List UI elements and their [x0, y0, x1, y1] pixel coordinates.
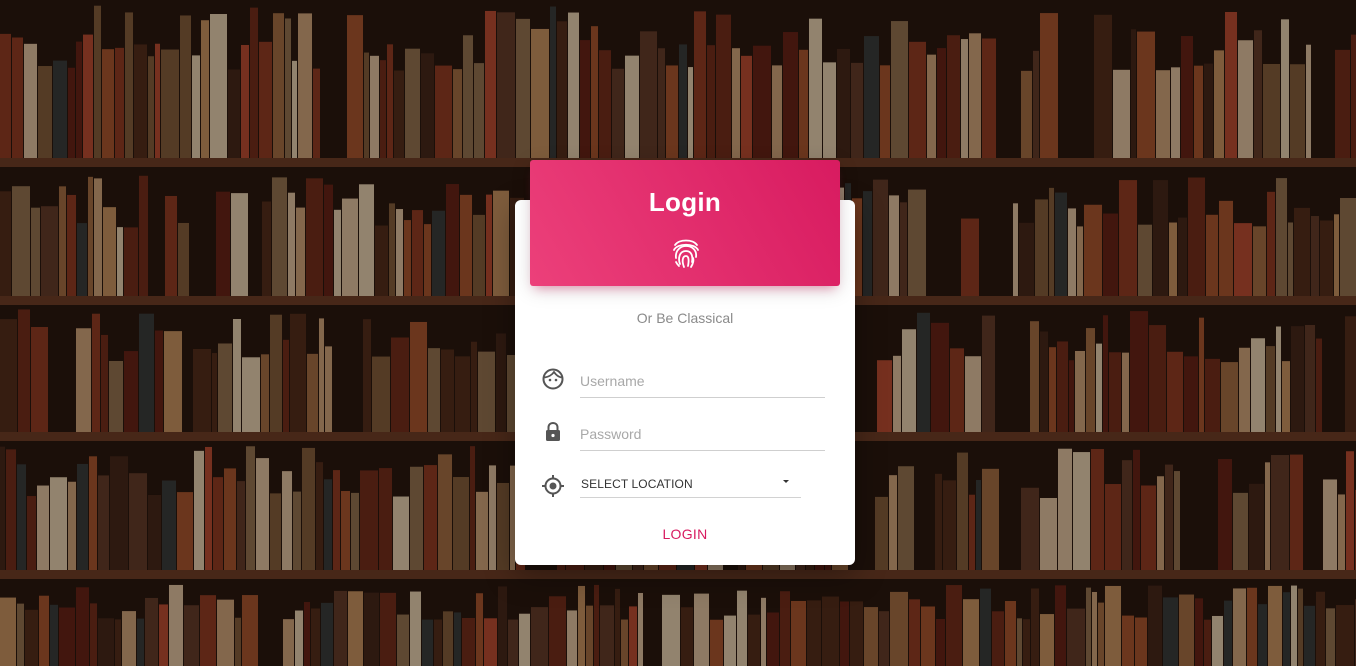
- username-input[interactable]: [580, 364, 825, 398]
- alternate-login-subtitle: Or Be Classical: [636, 310, 734, 326]
- login-card-header: Login: [530, 160, 840, 286]
- page-title: Login: [648, 187, 722, 217]
- face-icon: [542, 368, 564, 390]
- location-select[interactable]: SELECT LOCATION: [580, 470, 801, 498]
- login-button[interactable]: LOGIN: [640, 518, 730, 550]
- password-input[interactable]: [580, 417, 825, 451]
- fingerprint-icon[interactable]: [671, 236, 701, 270]
- location-target-icon: [542, 475, 564, 497]
- lock-icon: [546, 421, 560, 441]
- location-select-value: SELECT LOCATION: [581, 477, 693, 491]
- chevron-down-icon: [783, 480, 789, 483]
